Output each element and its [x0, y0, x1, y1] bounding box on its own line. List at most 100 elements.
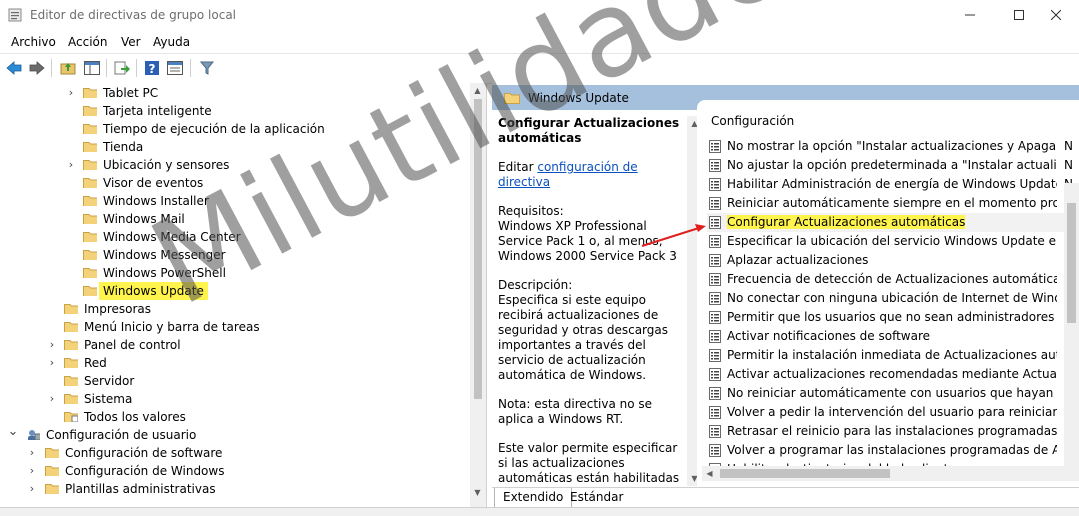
tab-extendido[interactable]: Extendido	[494, 488, 573, 508]
tree-item[interactable]: › Ubicación y sensores	[0, 156, 470, 174]
minimize-button[interactable]	[947, 0, 993, 30]
policy-row-label: Habilitar Administración de energía de W…	[727, 177, 1057, 191]
policy-row[interactable]: Volver a programar las instalaciones pro…	[707, 441, 1079, 460]
close-button[interactable]	[1033, 0, 1079, 30]
tree-item-label: Ubicación y sensores	[103, 158, 230, 172]
export-button[interactable]	[112, 58, 132, 78]
help-button[interactable]: ?	[142, 58, 162, 78]
menu-accion[interactable]: Acción	[68, 35, 107, 49]
tree-item[interactable]: › Red	[0, 354, 470, 372]
show-hide-tree-button[interactable]	[82, 58, 102, 78]
tree-item[interactable]: › Configuración de software	[0, 444, 470, 462]
tree-item[interactable]: › Configuración de Windows	[0, 462, 470, 480]
policy-row[interactable]: Habilitar Administración de energía de W…	[707, 175, 1079, 194]
tree-item[interactable]: Tarjeta inteligente	[0, 102, 470, 120]
policy-row-label: Volver a programar las instalaciones pro…	[727, 443, 1057, 457]
chevron-right-icon[interactable]: ›	[47, 354, 57, 372]
filter-icon	[200, 61, 214, 75]
policy-row[interactable]: Volver a pedir la intervención del usuar…	[707, 403, 1079, 422]
tree-item-label: Tarjeta inteligente	[103, 104, 212, 118]
properties-icon	[167, 61, 183, 75]
policy-row[interactable]: Activar actualizaciones recomendadas med…	[707, 365, 1079, 384]
up-folder-button[interactable]	[58, 58, 78, 78]
policy-setting-icon	[709, 216, 721, 229]
policy-row[interactable]: Permitir la instalación inmediata de Act…	[707, 346, 1079, 365]
folder-icon	[83, 268, 97, 278]
menu-archivo[interactable]: Archivo	[11, 35, 56, 49]
tree-item[interactable]: Windows Installer	[0, 192, 470, 210]
chevron-right-icon[interactable]: ›	[66, 84, 76, 102]
tree-item[interactable]: Servidor	[0, 372, 470, 390]
folder-icon	[83, 196, 97, 206]
chevron-down-icon[interactable]: ⌄	[8, 423, 19, 441]
chevron-right-icon[interactable]: ›	[27, 480, 37, 498]
policy-row[interactable]: Especificar la ubicación del servicio Wi…	[707, 232, 1079, 251]
policy-row[interactable]: No conectar con ninguna ubicación de Int…	[707, 289, 1079, 308]
tree-item[interactable]: Impresoras	[0, 300, 470, 318]
chevron-right-icon[interactable]: ›	[47, 390, 57, 408]
close-icon	[1051, 10, 1061, 20]
maximize-icon	[1014, 10, 1024, 20]
policy-row[interactable]: Frecuencia de detección de Actualizacion…	[707, 270, 1079, 289]
policy-row[interactable]: Configurar Actualizaciones automáticasN	[707, 213, 1079, 232]
list-hscrollbar[interactable]: ◀	[702, 466, 1079, 481]
tree-item[interactable]: › Plantillas administrativas	[0, 480, 470, 498]
policy-row[interactable]: Aplazar actualizacionesN	[707, 251, 1079, 270]
tree-item[interactable]: › Panel de control	[0, 336, 470, 354]
chevron-right-icon[interactable]: ›	[27, 444, 37, 462]
policy-row[interactable]: Retrasar el reinicio para las instalacio…	[707, 422, 1079, 441]
tree-item[interactable]: ⌄ Configuración de usuario	[0, 423, 470, 444]
edit-line: Editar configuración de directiva	[498, 160, 682, 190]
tab-estandar[interactable]: Estándar	[562, 488, 631, 507]
chevron-right-icon[interactable]: ›	[66, 156, 76, 174]
list-hscroll-thumb[interactable]	[720, 469, 890, 478]
folder-icon	[83, 106, 97, 116]
scroll-up-icon[interactable]: ▲	[470, 83, 485, 98]
show-hide-tree-icon	[84, 61, 100, 75]
tree-item[interactable]: › Tablet PC	[0, 84, 470, 102]
tree-item[interactable]: Tiempo de ejecución de la aplicación	[0, 120, 470, 138]
chevron-right-icon[interactable]: ›	[47, 336, 57, 354]
policy-setting-icon	[709, 273, 721, 286]
scroll-left-icon[interactable]: ◀	[702, 466, 717, 481]
forward-button[interactable]	[27, 58, 47, 78]
properties-button[interactable]	[165, 58, 185, 78]
list-scrollbar[interactable]	[1064, 183, 1079, 466]
policy-row[interactable]: Permitir que los usuarios que no sean ad…	[707, 308, 1079, 327]
policy-row[interactable]: No mostrar la opción "Instalar actualiza…	[707, 137, 1079, 156]
policy-row-label: Retrasar el reinicio para las instalacio…	[727, 424, 1057, 438]
extra-text: Este valor permite especificar si las ac…	[498, 441, 680, 485]
tree-item[interactable]: Windows Mail	[0, 210, 470, 228]
menu-ayuda[interactable]: Ayuda	[153, 35, 190, 49]
tree-scroll-thumb[interactable]	[474, 99, 482, 399]
column-header-configuracion[interactable]: Configuración	[711, 114, 794, 128]
filter-button[interactable]	[197, 58, 217, 78]
back-button[interactable]	[4, 58, 24, 78]
policy-row[interactable]: No ajustar la opción predeterminada a "I…	[707, 156, 1079, 175]
policy-row[interactable]: Activar notificaciones de softwareN	[707, 327, 1079, 346]
requirements-label: Requisitos:	[498, 204, 564, 218]
tree-item[interactable]: Windows PowerShell	[0, 264, 470, 282]
scroll-down-icon[interactable]: ▼	[470, 485, 485, 500]
folder-icon	[45, 448, 59, 458]
tree-item[interactable]: Tienda	[0, 138, 470, 156]
chevron-right-icon[interactable]: ›	[27, 462, 37, 480]
policy-row[interactable]: Reiniciar automáticamente siempre en el …	[707, 194, 1079, 213]
policy-row-label: No conectar con ninguna ubicación de Int…	[727, 291, 1057, 305]
folder-icon	[83, 178, 97, 188]
title-bar: Editor de directivas de grupo local	[0, 0, 1079, 31]
menu-ver[interactable]: Ver	[121, 35, 141, 49]
policy-setting-icon	[709, 254, 721, 267]
tree-item[interactable]: Menú Inicio y barra de tareas	[0, 318, 470, 336]
tree-item[interactable]: Windows Update	[0, 282, 470, 300]
export-icon	[114, 61, 130, 75]
policy-row[interactable]: No reiniciar automáticamente con usuario…	[707, 384, 1079, 403]
tree-item[interactable]: › Sistema	[0, 390, 470, 408]
tree-item[interactable]: Windows Messenger	[0, 246, 470, 264]
tree-item[interactable]: Windows Media Center	[0, 228, 470, 246]
tree-item[interactable]: Todos los valores	[0, 408, 470, 426]
policy-row-label: Aplazar actualizaciones	[727, 253, 869, 267]
list-scroll-thumb[interactable]	[1067, 203, 1076, 323]
tree-item[interactable]: Visor de eventos	[0, 174, 470, 192]
tree-scrollbar[interactable]: ▲ ▼	[470, 83, 486, 507]
